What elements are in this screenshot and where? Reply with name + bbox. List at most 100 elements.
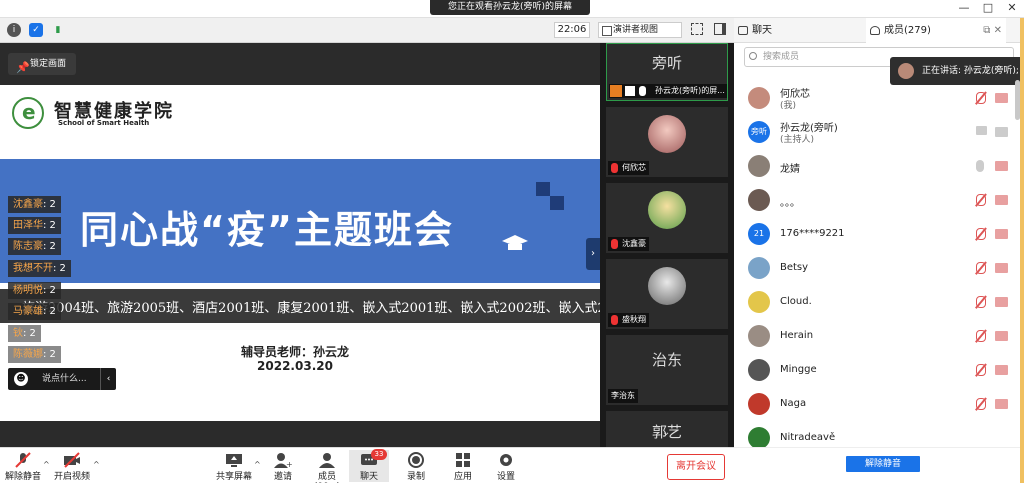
mic-muted-icon[interactable] <box>976 296 986 308</box>
mic-muted-icon[interactable] <box>976 330 986 342</box>
video-tile[interactable]: 盛秋翔 <box>606 259 728 329</box>
shared-screen: 📌 锁定画面 智慧健康学院 School of Smart Health 同心战… <box>0 43 600 447</box>
view-mode-select[interactable]: 演讲者视图 <box>598 22 682 38</box>
danmaku-item: 沈鑫豪: 2 <box>8 196 61 213</box>
avatar <box>748 87 770 109</box>
video-tile[interactable]: 何欣芯 <box>606 107 728 177</box>
mic-muted-icon[interactable] <box>976 228 986 240</box>
signal-icon[interactable]: ▮ <box>51 23 65 37</box>
member-row[interactable]: Mingge <box>734 353 1024 387</box>
participant-avatar <box>648 115 686 153</box>
video-off-icon[interactable] <box>995 365 1008 375</box>
maximize-button[interactable]: □ <box>976 0 1000 18</box>
share-screen-button[interactable]: 共享屏幕 <box>214 450 254 482</box>
close-button[interactable]: ✕ <box>1000 0 1024 18</box>
slide-title: 同心战“疫”主题班会 <box>80 208 454 252</box>
popout-close-icon[interactable]: ⧉ ✕ <box>983 18 1002 43</box>
window-controls: — □ ✕ <box>952 0 1024 18</box>
mic-icon[interactable] <box>976 160 984 172</box>
add-user-icon: + <box>274 453 292 468</box>
apps-icon <box>456 453 470 467</box>
member-row[interactable]: Nitradeavě <box>734 421 1024 447</box>
search-icon <box>749 52 757 60</box>
danmaku-item: 陈志豪: 2 <box>8 238 61 255</box>
security-shield-icon[interactable]: ✓ <box>29 23 43 37</box>
tab-chat[interactable]: 聊天 <box>734 18 866 43</box>
info-icon[interactable]: i <box>7 23 21 37</box>
collapse-arrow-icon[interactable]: ‹ <box>100 368 116 390</box>
lock-view-label: 锁定画面 <box>30 59 67 69</box>
video-off-icon[interactable] <box>995 195 1008 205</box>
video-tile[interactable]: 沈鑫豪 <box>606 183 728 253</box>
invite-button[interactable]: + 邀请 <box>263 450 303 482</box>
video-off-icon[interactable] <box>995 263 1008 273</box>
member-row[interactable]: 旁听 孙云龙(旁听) (主持人) <box>734 115 1024 149</box>
share-screen-icon <box>625 86 635 96</box>
unmute-button[interactable]: 解除静音 <box>3 450 43 482</box>
mic-muted-icon[interactable] <box>976 398 986 410</box>
video-tile[interactable]: 旁听 孙云龙(旁听)的屏... <box>606 43 728 101</box>
advisor-text: 辅导员老师：孙云龙 <box>240 345 349 359</box>
danmaku-item: 陈薇娜: 2 <box>8 346 61 363</box>
share-screen-icon <box>226 454 242 467</box>
emoji-icon[interactable]: ☻ <box>14 372 28 386</box>
chevron-up-icon[interactable]: ^ <box>254 460 261 469</box>
tab-members[interactable]: 成员(279) ⧉ ✕ <box>866 18 1006 43</box>
unmute-all-button[interactable]: 解除静音 <box>846 456 920 472</box>
tab-chat-label: 聊天 <box>752 25 772 36</box>
fullscreen-icon[interactable] <box>691 23 703 35</box>
tile-label: 沈鑫豪 <box>608 237 649 251</box>
member-row[interactable]: 龙婧 <box>734 149 1024 183</box>
chevron-up-icon[interactable]: ^ <box>43 460 50 469</box>
members-icon <box>870 26 880 35</box>
gallery-expand-button[interactable]: › <box>586 238 600 270</box>
settings-button[interactable]: 设置 <box>486 450 526 482</box>
leave-meeting-button[interactable]: 离开会议 <box>667 454 725 480</box>
tile-label: 李治东 <box>608 389 638 403</box>
mic-muted-icon[interactable] <box>976 194 986 206</box>
video-off-icon[interactable] <box>995 93 1008 103</box>
video-off-icon[interactable] <box>995 399 1008 409</box>
video-tile[interactable]: 治东 李治东 <box>606 335 728 405</box>
start-video-button[interactable]: 开启视频 <box>52 450 92 482</box>
member-row[interactable]: Betsy <box>734 251 1024 285</box>
member-row[interactable]: Cloud. <box>734 285 1024 319</box>
member-row[interactable]: Naga <box>734 387 1024 421</box>
tile-label: 孙云龙(旁听)的屏... <box>609 84 727 98</box>
sidebar-toggle-icon[interactable] <box>714 23 726 35</box>
members-panel: 搜索成员 何欣芯 (我) 旁听 孙云龙(旁听) (主持人) 龙婧 。。。 21 … <box>734 43 1024 447</box>
members-button[interactable]: 成员(99+) <box>305 450 349 483</box>
graduation-cap-icon <box>502 235 528 250</box>
lock-view-button[interactable]: 📌 锁定画面 <box>8 53 76 75</box>
chat-button[interactable]: 聊天 33 <box>349 449 389 482</box>
chevron-down-icon[interactable]: ⌄ <box>662 427 670 438</box>
panel-header: 聊天 成员(279) ⧉ ✕ <box>734 18 1024 43</box>
record-button[interactable]: 录制 <box>396 450 436 482</box>
share-screen-icon <box>976 126 987 135</box>
member-row[interactable]: 何欣芯 (我) <box>734 81 1024 115</box>
tile-big-name: 治东 <box>651 351 682 369</box>
minimize-button[interactable]: — <box>952 0 976 18</box>
mic-muted-icon[interactable] <box>976 262 986 274</box>
tab-members-label: 成员(279) <box>884 25 931 36</box>
danmaku-input[interactable]: ☻ 说点什么... ‹ <box>8 368 116 390</box>
member-row[interactable]: 。。。 <box>734 183 1024 217</box>
meeting-clock: 22:06 <box>554 22 590 38</box>
mic-muted-icon <box>15 452 31 468</box>
video-off-icon[interactable] <box>995 297 1008 307</box>
member-row[interactable]: 21 176****9221 <box>734 217 1024 251</box>
chevron-up-icon[interactable]: ^ <box>93 460 100 469</box>
member-row[interactable]: Herain <box>734 319 1024 353</box>
video-off-icon <box>64 452 80 468</box>
gear-icon <box>500 454 512 466</box>
mic-muted-icon[interactable] <box>976 92 986 104</box>
video-off-icon[interactable] <box>995 229 1008 239</box>
title-bar: 您正在观看孙云龙(旁听)的屏幕 — □ ✕ <box>0 0 1024 18</box>
avatar <box>748 189 770 211</box>
video-icon[interactable] <box>995 127 1008 137</box>
school-name-en: School of Smart Health <box>58 119 150 127</box>
video-off-icon[interactable] <box>995 161 1008 171</box>
apps-button[interactable]: 应用 <box>443 450 483 482</box>
video-off-icon[interactable] <box>995 331 1008 341</box>
mic-muted-icon[interactable] <box>976 364 986 376</box>
